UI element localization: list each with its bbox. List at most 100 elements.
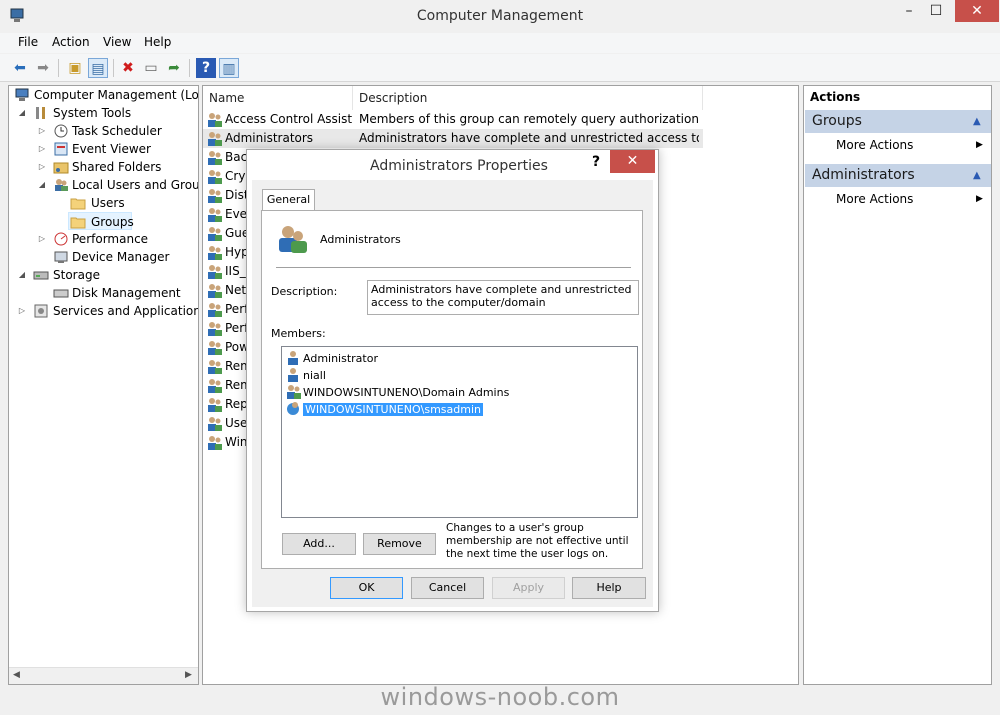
close-button[interactable]: ✕ [955, 0, 999, 22]
row-description: Administrators have complete and unrestr… [359, 131, 699, 145]
member-item-selected[interactable]: WINDOWSINTUNENO\smsadmin [286, 401, 483, 418]
expand-arrow-icon[interactable]: ▷ [37, 140, 47, 158]
apply-button[interactable]: Apply [492, 577, 565, 599]
tree-label-root: Computer Management (Local [34, 88, 199, 102]
menu-view[interactable]: View [103, 35, 131, 49]
window-title: Computer Management [416, 8, 584, 24]
expand-arrow-icon[interactable]: ▷ [37, 230, 47, 248]
collapse-arrow-icon[interactable]: ◢ [17, 266, 27, 284]
actions-pane: Actions Groups ▲ More Actions ▶ Administ… [803, 85, 992, 685]
help-button[interactable]: Help [572, 577, 646, 599]
more-actions-groups[interactable]: More Actions [836, 138, 913, 152]
up-folder-icon[interactable]: ▣ [65, 58, 85, 78]
row-name: Administrators [225, 131, 314, 145]
back-arrow-icon[interactable]: ⬅ [10, 58, 30, 78]
group-icon [279, 226, 307, 253]
row-description: Members of this group can remotely query… [359, 112, 699, 126]
tree-label-system-tools: System Tools [53, 106, 132, 120]
group-icon [208, 265, 222, 279]
toolbar: ⬅ ➡ ▣ ▤ ✖ ▭ ➦ ? ▥ [0, 54, 1000, 82]
table-row[interactable]: Administrators Administrators have comple… [203, 129, 703, 148]
help-icon[interactable]: ? [196, 58, 216, 78]
scroll-right-icon[interactable]: ▶ [185, 670, 192, 680]
members-list[interactable]: Administrator niall WINDOWSINTUNENO\Doma… [281, 346, 638, 518]
members-label: Members: [271, 327, 326, 340]
description-label: Description: [271, 285, 338, 298]
user-icon [288, 368, 298, 382]
group-icon [208, 436, 222, 450]
cancel-button[interactable]: Cancel [411, 577, 484, 599]
add-button[interactable]: Add... [282, 533, 356, 555]
tree-horizontal-scrollbar[interactable]: ◀ ▶ [9, 667, 198, 684]
collapse-up-icon[interactable]: ▲ [973, 164, 981, 187]
menu-file[interactable]: File [18, 35, 38, 49]
console-tree: Computer Management (Local ◢ System Tool… [8, 85, 199, 685]
ok-button[interactable]: OK [330, 577, 403, 599]
submenu-arrow-icon: ▶ [976, 194, 983, 204]
group-icon [208, 170, 222, 184]
actions-section-groups[interactable]: Groups ▲ [805, 110, 991, 133]
tree-label-performance: Performance [72, 232, 149, 246]
group-icon [208, 151, 222, 165]
group-icon [208, 113, 222, 127]
forward-arrow-icon[interactable]: ➡ [33, 58, 53, 78]
menu-bar: File Action View Help [0, 33, 1000, 53]
device-manager-icon [54, 251, 68, 263]
scroll-left-icon[interactable]: ◀ [13, 670, 20, 680]
user-icon [288, 351, 298, 365]
group-icon [208, 246, 222, 260]
export-list-icon[interactable]: ➦ [164, 58, 184, 78]
dialog-close-button[interactable]: ✕ [610, 150, 655, 173]
show-hide-action-pane-icon[interactable]: ▥ [219, 58, 239, 78]
minimize-button[interactable]: – [895, 0, 923, 22]
domain-user-icon [287, 402, 299, 415]
menu-help[interactable]: Help [144, 35, 171, 49]
group-icon [208, 303, 222, 317]
properties-icon[interactable]: ▭ [141, 58, 161, 78]
remove-button[interactable]: Remove [363, 533, 436, 555]
services-icon [34, 304, 48, 318]
expand-arrow-icon[interactable]: ▷ [37, 158, 47, 176]
table-row[interactable]: Access Control Assist... Members of this … [203, 110, 703, 129]
column-header-name[interactable]: Name [203, 86, 353, 110]
dialog-body: General Administrators Description: Admi… [252, 180, 653, 607]
group-name: Administrators [320, 233, 401, 246]
expand-arrow-icon[interactable]: ▷ [17, 302, 27, 320]
dialog-title: Administrators Properties [370, 158, 548, 174]
group-icon [208, 208, 222, 222]
tree-label-users: Users [91, 196, 125, 210]
tree-label-shared-folders: Shared Folders [72, 160, 162, 174]
group-icon [208, 360, 222, 374]
tree-label-device-manager: Device Manager [72, 250, 170, 264]
tree-label-local-users-groups: Local Users and Groups [72, 178, 199, 192]
member-item[interactable]: niall [286, 367, 326, 384]
expand-arrow-icon[interactable]: ▷ [37, 122, 47, 140]
more-actions-administrators[interactable]: More Actions [836, 192, 913, 206]
folder-icon [70, 217, 86, 229]
submenu-arrow-icon: ▶ [976, 140, 983, 150]
actions-section-groups-label: Groups [812, 113, 862, 129]
member-item[interactable]: Administrator [286, 350, 378, 367]
dialog-help-icon[interactable]: ? [592, 154, 600, 170]
group-icon [208, 341, 222, 355]
membership-note: Changes to a user's group membership are… [446, 522, 629, 560]
collapse-arrow-icon[interactable]: ◢ [17, 104, 27, 122]
actions-section-administrators[interactable]: Administrators ▲ [805, 164, 991, 187]
group-icon [287, 385, 301, 399]
delete-icon[interactable]: ✖ [118, 58, 138, 78]
column-header-description[interactable]: Description [353, 86, 703, 110]
collapse-up-icon[interactable]: ▲ [973, 110, 981, 133]
group-icon [208, 417, 222, 431]
menu-action[interactable]: Action [52, 35, 90, 49]
performance-icon [54, 232, 68, 246]
maximize-button[interactable]: ☐ [922, 0, 950, 22]
member-item[interactable]: WINDOWSINTUNENO\Domain Admins [286, 384, 509, 401]
tree-label-services-apps: Services and Applications [53, 304, 199, 318]
separator [276, 267, 631, 268]
show-hide-tree-icon[interactable]: ▤ [88, 58, 108, 78]
tree-item-groups[interactable]: Groups [68, 212, 134, 230]
tab-general[interactable]: General [262, 189, 315, 211]
watermark: windows-noob.com [380, 683, 620, 711]
collapse-arrow-icon[interactable]: ◢ [37, 176, 47, 194]
description-field[interactable]: Administrators have complete and unrestr… [367, 280, 639, 315]
